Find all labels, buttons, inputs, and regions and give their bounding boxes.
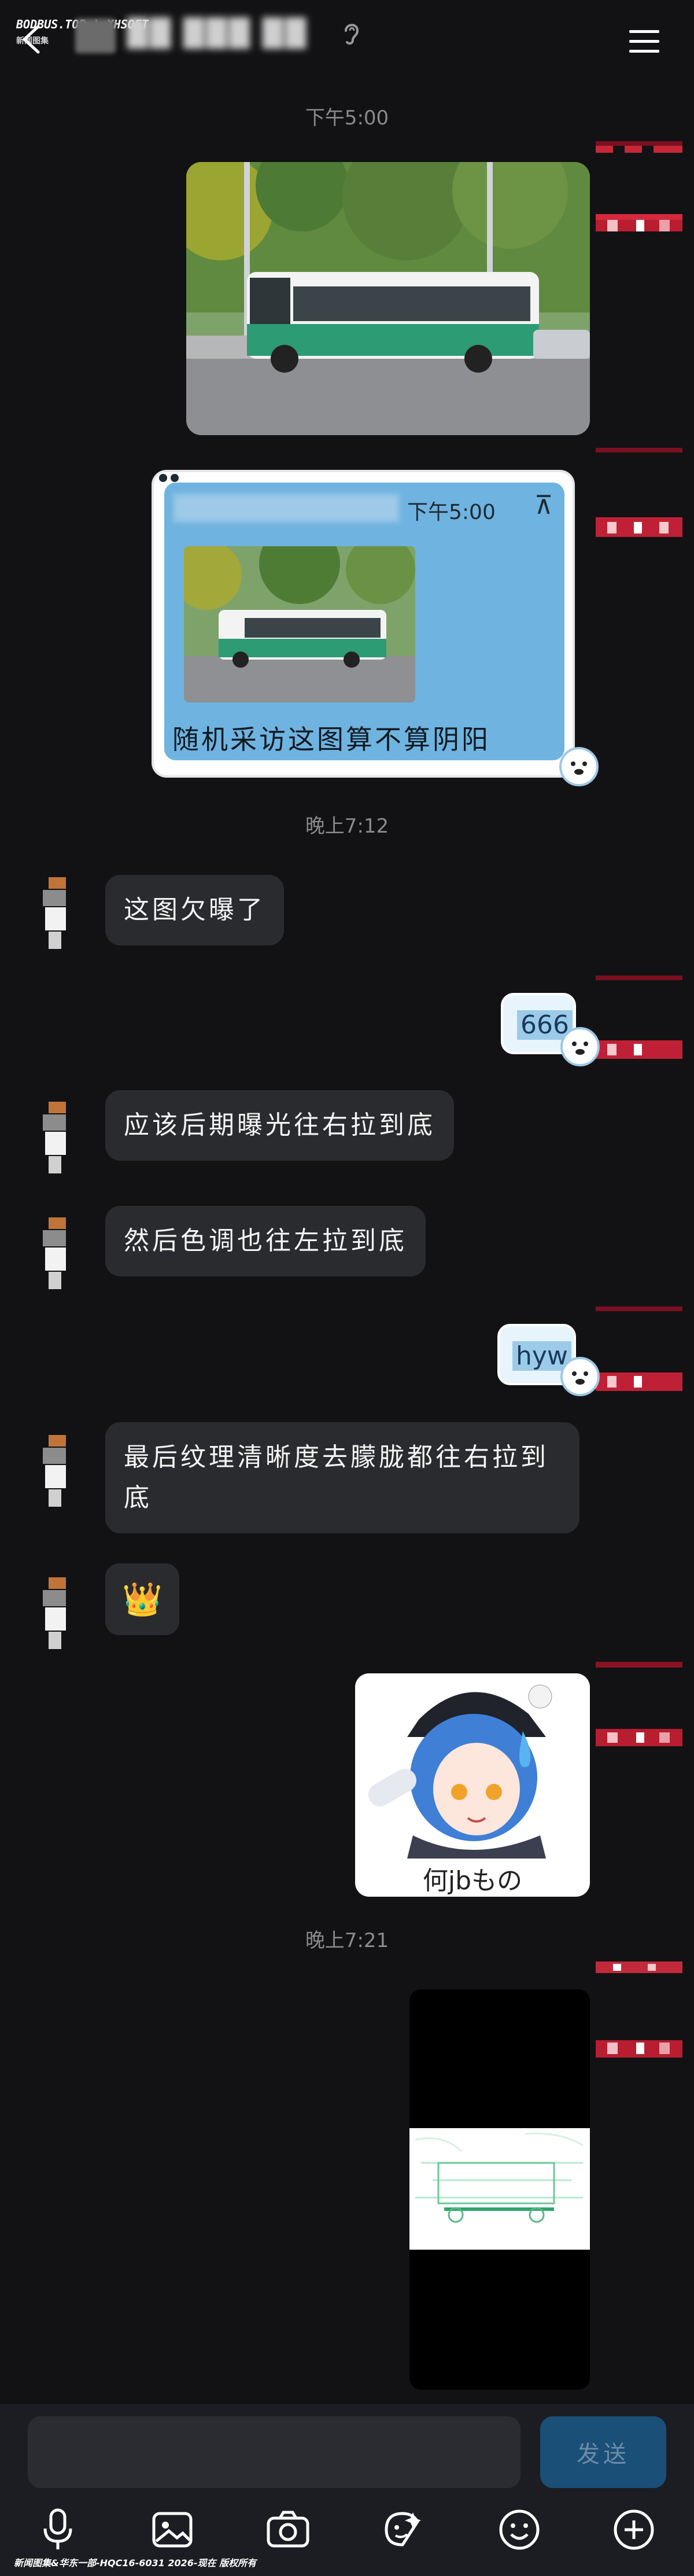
collapse-icon[interactable]: ⊼ — [534, 491, 553, 520]
timestamp: 晚上7:21 — [305, 1929, 389, 1952]
avatar[interactable] — [596, 1300, 682, 1334]
emoji-icon[interactable] — [496, 2507, 542, 2553]
avatar[interactable] — [596, 967, 682, 1002]
microphone-icon[interactable] — [35, 2507, 81, 2553]
anime-sticker[interactable]: 何jbもの — [355, 1673, 590, 1897]
polar-bear-icon — [559, 746, 599, 787]
message-bubble[interactable]: 然后色调也往左拉到底 — [105, 1206, 426, 1276]
watermark-subtext: 新闻图集 — [16, 36, 49, 46]
avatar[interactable] — [37, 1577, 83, 1653]
hamburger-menu-icon[interactable] — [629, 29, 659, 54]
watermark-footer: 新闻图集&华东一部-HQC16-6031 2026-现在 版权所有 — [14, 2557, 257, 2568]
message-bubble[interactable]: 这图欠曝了 — [105, 875, 284, 945]
avatar[interactable] — [596, 1956, 682, 1990]
avatar[interactable] — [596, 446, 682, 480]
quoted-bus-photo — [184, 546, 415, 702]
avatar[interactable] — [37, 1102, 83, 1177]
avatar[interactable] — [596, 514, 682, 549]
avatar[interactable] — [596, 208, 682, 243]
quoted-message-card[interactable]: 下午5:00 ⊼ 随机采访这图算不算阴阳 — [152, 470, 575, 778]
image-icon[interactable] — [149, 2507, 195, 2553]
sticker-caption: 何jbもの — [422, 1866, 523, 1896]
message-bubble[interactable]: 最后纹理清晰度去朦胧都往右拉到底 — [105, 1422, 579, 1533]
quote-caption: 随机采访这图算不算阴阳 — [172, 724, 490, 755]
timestamp: 晚上7:12 — [305, 815, 389, 838]
quoted-sender-blur — [174, 494, 399, 522]
chat-title[interactable]: ██ ███ ██ — [127, 17, 308, 49]
polar-bear-icon — [560, 1026, 600, 1067]
message-input[interactable] — [28, 2416, 520, 2488]
ear-icon — [341, 20, 362, 47]
bear-ears-icon — [157, 472, 180, 484]
bus-photo[interactable] — [186, 162, 590, 435]
avatar[interactable] — [596, 1656, 682, 1691]
plus-icon[interactable] — [611, 2507, 657, 2553]
send-button[interactable]: 发送 — [540, 2416, 666, 2488]
camera-icon[interactable] — [265, 2507, 311, 2553]
avatar[interactable] — [596, 1368, 682, 1403]
avatar[interactable] — [596, 2037, 682, 2071]
avatar[interactable] — [596, 134, 682, 169]
avatar[interactable] — [37, 1435, 83, 1510]
contact-avatar[interactable] — [75, 19, 116, 53]
quote-time: 下午5:00 — [407, 501, 496, 524]
avatar[interactable] — [596, 1036, 682, 1070]
avatar[interactable] — [596, 1724, 682, 1759]
quote-card-body: 下午5:00 ⊼ 随机采访这图算不算阴阳 — [164, 483, 564, 760]
avatar[interactable] — [37, 877, 83, 952]
timestamp: 下午5:00 — [305, 106, 389, 130]
emoji-message[interactable]: 👑 — [105, 1563, 179, 1635]
message-bubble[interactable]: 应该后期曝光往右拉到底 — [105, 1090, 454, 1161]
overexposed-photo[interactable] — [409, 1989, 590, 2390]
polar-bear-icon — [560, 1356, 600, 1397]
avatar[interactable] — [37, 1217, 83, 1293]
face-sticker-icon[interactable] — [379, 2507, 426, 2553]
